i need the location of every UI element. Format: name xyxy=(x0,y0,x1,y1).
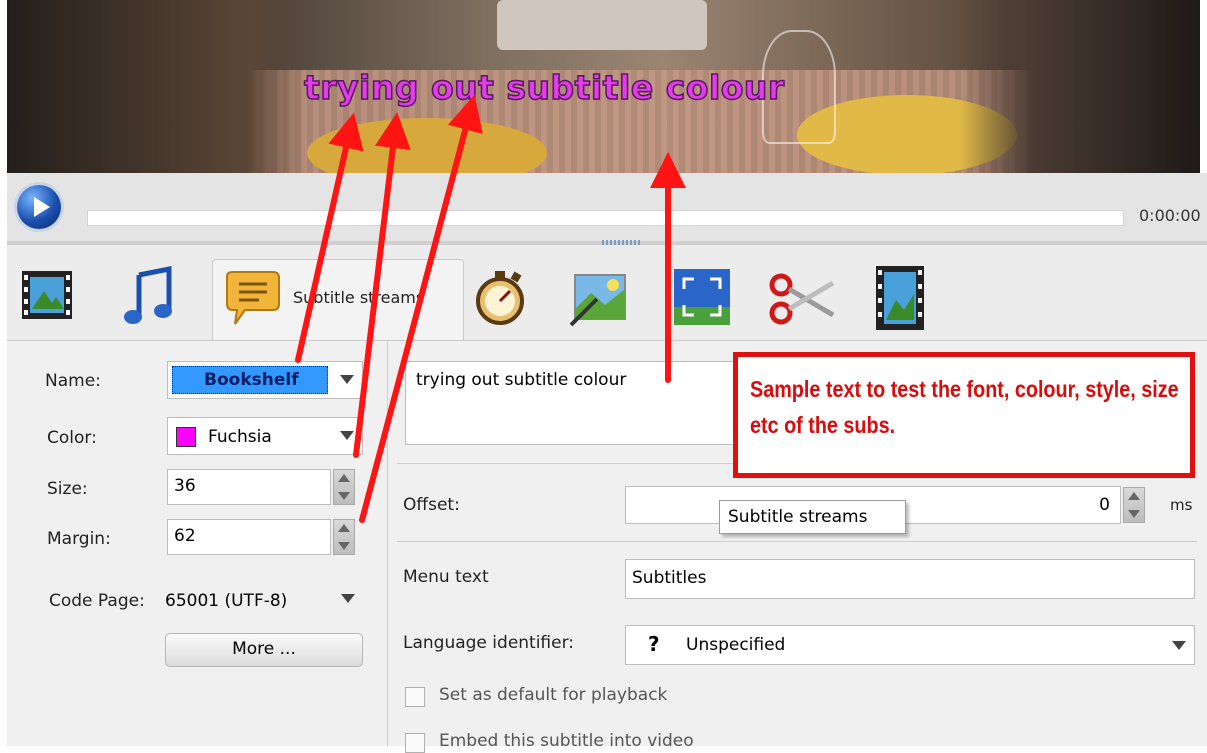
tooltip: Subtitle streams xyxy=(719,500,906,534)
embed-checkbox[interactable] xyxy=(405,733,425,753)
speech-bubble-icon xyxy=(221,270,283,328)
default-playback-label: Set as default for playback xyxy=(439,685,668,705)
tab-strip: Subtitle streams xyxy=(7,245,1207,342)
tab-video[interactable] xyxy=(17,267,77,323)
language-label: Language identifier: xyxy=(403,633,575,653)
font-name-value: Bookshelf xyxy=(204,370,299,390)
margin-label: Margin: xyxy=(47,529,111,549)
tab-crop[interactable] xyxy=(672,267,732,327)
offset-label: Offset: xyxy=(403,495,460,515)
font-settings-pane: Name: Bookshelf Color: Fuchsia Size: 36 … xyxy=(17,341,388,746)
video-frame-person xyxy=(960,0,1200,173)
tab-subtitle-streams-label: Subtitle streams xyxy=(293,288,425,307)
default-playback-checkbox[interactable] xyxy=(405,687,425,707)
language-value: Unspecified xyxy=(686,635,786,655)
transport-bar: 0:00:00 xyxy=(7,173,1207,246)
film-effects-icon xyxy=(876,266,924,330)
tab-timing[interactable] xyxy=(472,267,528,327)
size-stepper[interactable] xyxy=(333,469,355,505)
scissors-icon xyxy=(769,273,835,325)
tab-image-effects[interactable] xyxy=(567,265,631,329)
margin-stepper[interactable] xyxy=(333,519,355,555)
color-label: Color: xyxy=(47,428,97,448)
video-preview: trying out subtitle colour xyxy=(7,0,1200,173)
chevron-down-icon xyxy=(341,594,355,603)
more-button[interactable]: More ... xyxy=(165,633,363,667)
music-note-icon xyxy=(124,265,172,324)
video-frame-person xyxy=(7,0,307,173)
size-input[interactable]: 36 xyxy=(167,469,331,505)
annotation-text: Sample text to test the font, colour, st… xyxy=(750,376,1179,438)
image-wand-icon xyxy=(569,274,626,327)
film-icon xyxy=(22,271,72,319)
time-display: 0:00:00 xyxy=(1139,206,1201,225)
name-label: Name: xyxy=(45,371,101,391)
crop-frame-icon xyxy=(674,269,730,325)
play-icon[interactable] xyxy=(17,185,61,229)
codepage-dropdown[interactable]: 65001 (UTF-8) xyxy=(165,581,363,619)
chevron-down-icon xyxy=(340,375,354,384)
language-dropdown[interactable]: ? Unspecified xyxy=(625,625,1195,665)
color-value: Fuchsia xyxy=(208,427,272,447)
stopwatch-icon xyxy=(476,271,524,325)
margin-input[interactable]: 62 xyxy=(167,519,331,555)
video-frame-tray xyxy=(497,0,707,50)
tab-audio[interactable] xyxy=(117,265,177,327)
tab-cut[interactable] xyxy=(767,269,837,329)
tab-subtitle-streams[interactable]: Subtitle streams xyxy=(212,259,464,342)
offset-stepper[interactable] xyxy=(1123,487,1145,523)
offset-unit: ms xyxy=(1170,496,1193,514)
chevron-down-icon xyxy=(340,431,354,440)
color-dropdown[interactable]: Fuchsia xyxy=(167,417,363,455)
chevron-down-icon xyxy=(1172,641,1186,650)
tab-film-effects[interactable] xyxy=(867,263,933,333)
divider xyxy=(397,541,1197,542)
menu-text-input[interactable]: Subtitles xyxy=(625,559,1195,599)
color-swatch xyxy=(176,427,196,447)
unknown-language-icon: ? xyxy=(648,632,660,656)
seek-bar[interactable] xyxy=(87,210,1124,226)
rendered-subtitle: trying out subtitle colour xyxy=(303,67,785,108)
codepage-value: 65001 (UTF-8) xyxy=(165,591,288,611)
font-name-dropdown[interactable]: Bookshelf xyxy=(167,361,363,399)
menu-text-label: Menu text xyxy=(403,567,489,587)
embed-label: Embed this subtitle into video xyxy=(439,731,694,751)
codepage-label: Code Page: xyxy=(49,591,145,611)
annotation-box: Sample text to test the font, colour, st… xyxy=(733,352,1195,478)
size-label: Size: xyxy=(47,479,88,499)
